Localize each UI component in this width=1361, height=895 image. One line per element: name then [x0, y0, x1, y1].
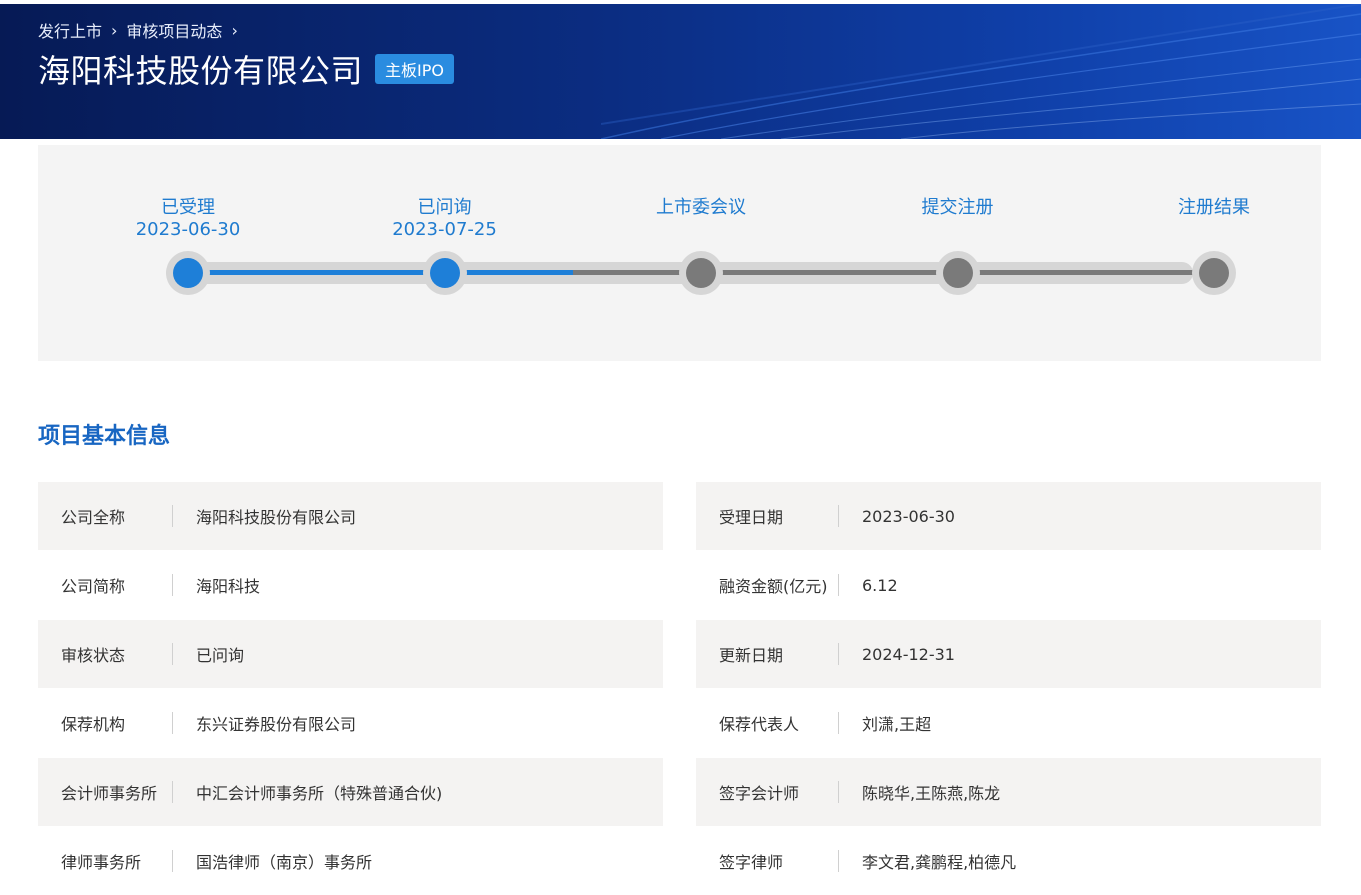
info-row-left: 律师事务所 国浩律师（南京）事务所	[38, 827, 663, 895]
info-row-right: 更新日期 2024-12-31	[696, 620, 1321, 688]
info-value: 海阳科技股份有限公司	[196, 508, 357, 527]
info-row-right: 保荐代表人 刘潇,王超	[696, 689, 1321, 757]
step-date: 2023-06-30	[135, 219, 241, 240]
info-label: 审核状态	[61, 646, 126, 665]
info-value: 2024-12-31	[862, 644, 955, 664]
info-label: 律师事务所	[61, 853, 142, 872]
info-row-right: 签字律师 李文君,龚鹏程,柏德凡	[696, 827, 1321, 895]
info-label: 公司全称	[61, 508, 126, 527]
info-value: 东兴证券股份有限公司	[196, 715, 357, 734]
step-dot	[942, 258, 973, 288]
chevron-right-icon: ›	[231, 20, 238, 40]
step-title: 上市委会议	[656, 197, 746, 218]
review-progress: 已受理 2023-06-30 已问询 2023-07-25 上市委会议 提交注册 注册结果	[38, 145, 1321, 361]
info-label: 会计师事务所	[61, 784, 158, 803]
step-node-1	[166, 251, 210, 295]
info-value: 刘潇,王超	[862, 715, 932, 734]
info-label: 更新日期	[719, 646, 784, 665]
title-row: 海阳科技股份有限公司 主板IPO	[38, 46, 454, 92]
info-row-left: 公司全称 海阳科技股份有限公司	[38, 482, 663, 550]
step-title: 提交注册	[921, 197, 994, 218]
info-label: 融资金额(亿元)	[719, 577, 828, 596]
step-node-2	[422, 251, 467, 295]
info-label: 签字会计师	[719, 784, 800, 803]
step-date: 2023-07-25	[392, 219, 497, 240]
banner-wave-decoration	[601, 4, 1361, 139]
info-label: 签字律师	[719, 853, 784, 872]
step-label-2: 已问询 2023-07-25	[365, 197, 525, 241]
step-label-4: 提交注册	[878, 197, 1038, 219]
info-label: 受理日期	[719, 508, 784, 527]
progress-line-complete	[188, 270, 573, 275]
breadcrumb-item-listing[interactable]: 发行上市	[38, 18, 102, 42]
step-node-4	[935, 251, 980, 295]
info-value: 6.12	[862, 575, 898, 595]
step-dot	[686, 258, 716, 288]
step-dot	[173, 258, 203, 288]
chevron-right-icon: ›	[111, 20, 118, 40]
section-title: 项目基本信息	[38, 424, 171, 449]
page-banner: 发行上市 › 审核项目动态 › 海阳科技股份有限公司 主板IPO	[0, 4, 1361, 139]
info-value: 中汇会计师事务所（特殊普通合伙)	[196, 784, 443, 803]
progress-line-pending	[572, 270, 1214, 275]
info-row-left: 公司简称 海阳科技	[38, 551, 663, 619]
info-row-left: 保荐机构 东兴证券股份有限公司	[38, 689, 663, 757]
info-row-left: 审核状态 已问询	[38, 620, 663, 688]
step-dot	[429, 258, 460, 288]
info-label: 保荐机构	[61, 715, 126, 734]
page-title: 海阳科技股份有限公司	[38, 52, 364, 90]
step-node-3	[679, 251, 723, 295]
step-label-5: 注册结果	[1134, 197, 1294, 219]
breadcrumb: 发行上市 › 审核项目动态 ›	[38, 18, 247, 42]
step-title: 已问询	[417, 197, 472, 218]
info-value: 国浩律师（南京）事务所	[196, 853, 373, 872]
info-row-right: 签字会计师 陈晓华,王陈燕,陈龙	[696, 758, 1321, 826]
step-title: 已受理	[161, 197, 215, 218]
step-label-3: 上市委会议	[621, 197, 781, 219]
info-row-left: 会计师事务所 中汇会计师事务所（特殊普通合伙)	[38, 758, 663, 826]
info-value: 李文君,龚鹏程,柏德凡	[862, 853, 1017, 872]
info-row-right: 受理日期 2023-06-30	[696, 482, 1321, 550]
breadcrumb-item-review-dynamics[interactable]: 审核项目动态	[126, 18, 222, 42]
step-label-1: 已受理 2023-06-30	[108, 197, 268, 241]
info-label: 公司简称	[61, 577, 126, 596]
info-value: 海阳科技	[196, 577, 261, 596]
info-row-right: 融资金额(亿元) 6.12	[696, 551, 1321, 619]
info-label: 保荐代表人	[719, 715, 800, 734]
info-value: 已问询	[196, 646, 245, 665]
info-value: 2023-06-30	[862, 506, 955, 526]
step-dot	[1199, 258, 1229, 288]
board-badge: 主板IPO	[375, 54, 454, 84]
step-node-5	[1192, 251, 1236, 295]
step-title: 注册结果	[1178, 197, 1250, 218]
info-value: 陈晓华,王陈燕,陈龙	[862, 784, 1001, 803]
